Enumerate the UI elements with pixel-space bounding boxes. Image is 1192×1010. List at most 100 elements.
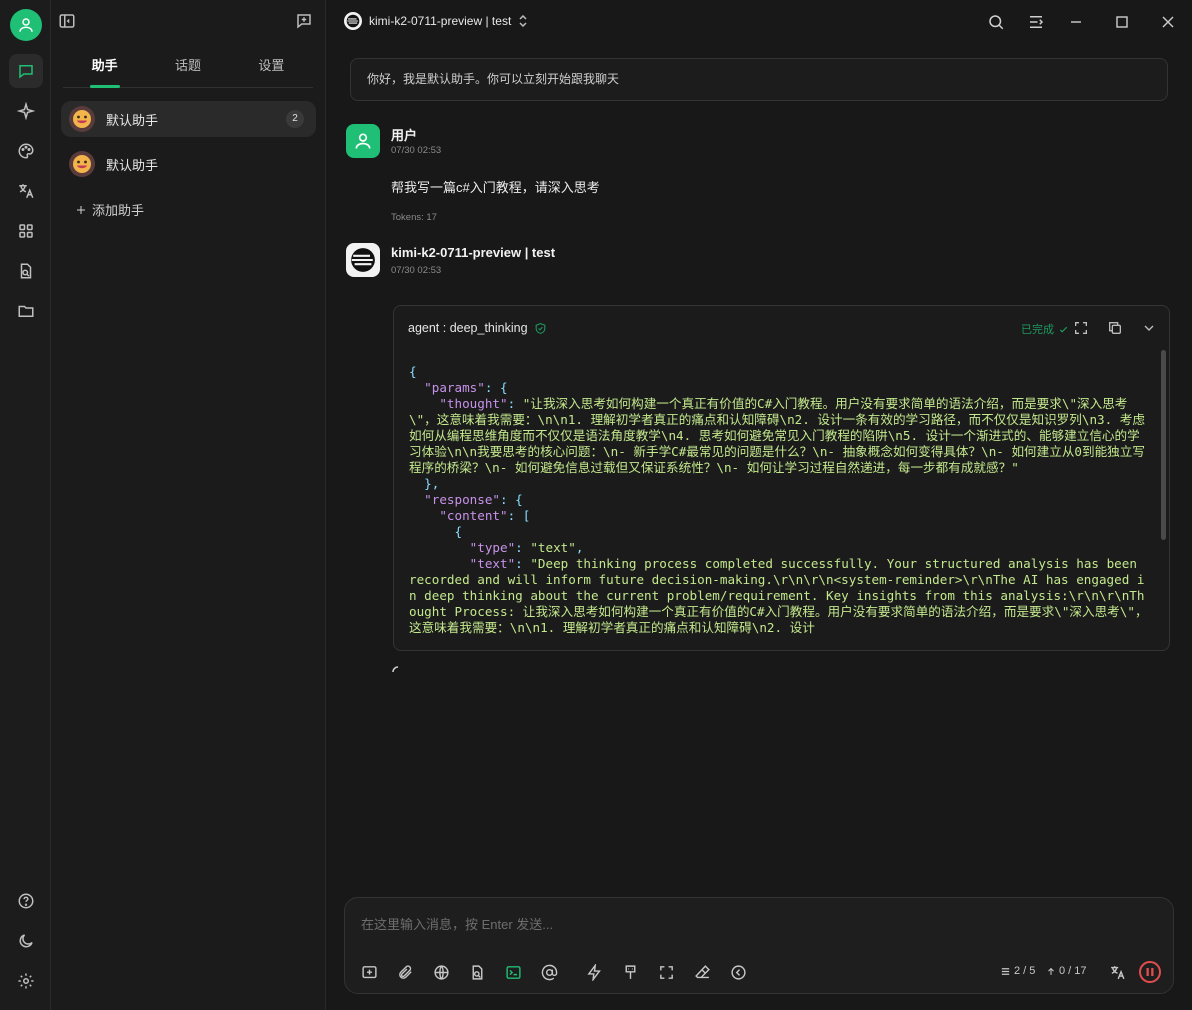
assistant-name: 默认助手 bbox=[106, 157, 159, 173]
minimize-button[interactable] bbox=[1066, 12, 1086, 32]
new-topic-tool-button[interactable] bbox=[359, 962, 379, 982]
translate-icon bbox=[1110, 965, 1125, 979]
more-tools-button[interactable] bbox=[728, 962, 748, 982]
web-search-button[interactable] bbox=[431, 962, 451, 982]
collapse-button[interactable] bbox=[1141, 320, 1157, 336]
add-assistant-button[interactable]: 添加助手 bbox=[75, 200, 144, 219]
eraser-icon bbox=[694, 964, 710, 978]
assistant-message-name: kimi-k2-0711-preview | test bbox=[391, 245, 556, 260]
json-key: "response" bbox=[424, 492, 500, 507]
new-topic-button[interactable] bbox=[295, 12, 313, 30]
search-button[interactable] bbox=[986, 12, 1006, 32]
add-assistant-label: 添加助手 bbox=[92, 203, 145, 218]
assistant-item[interactable]: 默认助手 2 bbox=[61, 101, 316, 137]
translate-nav-button[interactable] bbox=[9, 174, 43, 208]
expand-button[interactable] bbox=[1073, 320, 1089, 336]
user-message-text: 帮我写一篇c#入门教程，请深入思考 bbox=[391, 180, 600, 195]
user-message-tokens: Tokens: 17 bbox=[391, 212, 437, 223]
tab-assistants[interactable]: 助手 bbox=[63, 48, 146, 88]
new-chat-icon bbox=[361, 965, 377, 978]
mcp-tools-button[interactable] bbox=[503, 962, 523, 982]
theme-toggle-button[interactable] bbox=[9, 924, 43, 958]
settings-button[interactable] bbox=[9, 964, 43, 998]
tab-topics[interactable]: 话题 bbox=[146, 48, 229, 87]
file-search-icon bbox=[20, 263, 32, 279]
at-sign-icon bbox=[541, 964, 557, 980]
clear-topic-button[interactable] bbox=[692, 962, 712, 982]
navigation-rail bbox=[0, 0, 51, 1010]
layout-toggle-button[interactable] bbox=[1026, 12, 1046, 32]
file-search-icon bbox=[472, 964, 482, 980]
paperclip-icon bbox=[398, 964, 412, 979]
chat-nav-button[interactable] bbox=[9, 54, 43, 88]
copy-icon bbox=[1109, 322, 1121, 334]
panel-tabs: 助手 话题 设置 bbox=[63, 48, 313, 88]
check-icon bbox=[1059, 326, 1068, 333]
tab-settings[interactable]: 设置 bbox=[230, 48, 313, 87]
copy-button[interactable] bbox=[1107, 320, 1123, 336]
apps-nav-button[interactable] bbox=[9, 214, 43, 248]
json-key: "type" bbox=[469, 540, 516, 555]
quick-phrase-button[interactable] bbox=[584, 962, 604, 982]
fullscreen-icon bbox=[659, 965, 673, 979]
smiley-face-icon bbox=[73, 110, 91, 128]
pause-icon bbox=[1146, 968, 1154, 976]
help-button[interactable] bbox=[9, 884, 43, 918]
assistant-message-time: 07/30 02:53 bbox=[391, 265, 442, 276]
sparkle-icon bbox=[17, 102, 35, 120]
expand-input-button[interactable] bbox=[656, 962, 676, 982]
search-icon bbox=[989, 15, 1004, 30]
tool-call-header[interactable]: agent : deep_thinking 已完成 bbox=[394, 306, 1169, 350]
maximize-button[interactable] bbox=[1112, 12, 1132, 32]
knowledge-base-button[interactable] bbox=[467, 962, 487, 982]
json-key: "params" bbox=[424, 380, 485, 395]
collapse-sidebar-button[interactable] bbox=[58, 12, 76, 30]
smiley-face-icon bbox=[73, 155, 91, 173]
new-chat-icon bbox=[297, 14, 311, 29]
folder-icon bbox=[18, 305, 34, 317]
message-composer: 在这里输入消息，按 Enter 发送... 2 / 5 0 / 17 bbox=[344, 897, 1174, 994]
code-scrollbar[interactable] bbox=[1161, 350, 1166, 540]
json-key: "text" bbox=[469, 556, 516, 571]
message-input[interactable]: 在这里输入消息，按 Enter 发送... bbox=[361, 914, 553, 933]
terminal-icon bbox=[505, 965, 521, 979]
model-selector[interactable]: kimi-k2-0711-preview | test bbox=[344, 12, 528, 30]
lightning-icon bbox=[586, 963, 601, 981]
stop-generation-button[interactable] bbox=[1139, 961, 1161, 983]
chevron-updown-icon bbox=[519, 15, 527, 27]
assistant-name: 默认助手 bbox=[106, 112, 159, 128]
maximize-icon bbox=[1116, 16, 1128, 28]
user-avatar[interactable] bbox=[10, 9, 42, 41]
context-counter[interactable]: 2 / 5 bbox=[1000, 965, 1035, 977]
chat-bubble-icon bbox=[19, 65, 33, 79]
user-icon bbox=[19, 18, 33, 32]
tool-status-label: 已完成 bbox=[1021, 324, 1054, 336]
moon-icon bbox=[19, 934, 33, 948]
spinner-icon bbox=[392, 666, 399, 673]
knowledge-nav-button[interactable] bbox=[9, 254, 43, 288]
close-window-button[interactable] bbox=[1158, 12, 1178, 32]
moonshot-logo-icon bbox=[346, 14, 360, 28]
agents-nav-button[interactable] bbox=[9, 94, 43, 128]
json-key: "content" bbox=[439, 508, 508, 523]
assistant-item[interactable]: 默认助手 bbox=[61, 146, 316, 182]
mention-model-button[interactable] bbox=[539, 962, 559, 982]
tool-call-card: agent : deep_thinking 已完成 { "params": { … bbox=[393, 305, 1170, 651]
user-message-name: 用户 bbox=[391, 128, 418, 143]
translate-input-button[interactable] bbox=[1107, 962, 1127, 982]
palette-icon bbox=[18, 143, 34, 159]
tool-call-json: { "params": { "thought": "让我深入思考如何构建一个真正… bbox=[409, 364, 1148, 635]
json-key: "thought" bbox=[439, 396, 508, 411]
translate-icon bbox=[19, 184, 34, 199]
gear-icon bbox=[18, 973, 34, 989]
paint-nav-button[interactable] bbox=[9, 134, 43, 168]
list-icon bbox=[1001, 967, 1010, 975]
clear-context-button[interactable] bbox=[620, 962, 640, 982]
moonshot-logo-icon bbox=[351, 248, 375, 272]
top-bar: kimi-k2-0711-preview | test bbox=[326, 0, 1192, 44]
loading-spinner bbox=[392, 666, 404, 678]
attach-button[interactable] bbox=[395, 962, 415, 982]
topic-count-badge: 2 bbox=[286, 110, 304, 128]
chevron-down-icon bbox=[1144, 325, 1154, 331]
files-nav-button[interactable] bbox=[9, 294, 43, 328]
